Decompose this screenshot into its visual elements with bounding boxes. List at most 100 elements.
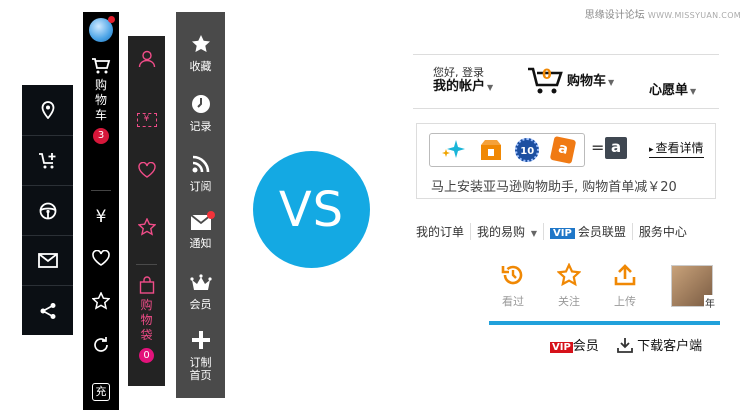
- cart-label: 购物车: [567, 74, 607, 89]
- equals-sign: =: [591, 138, 605, 157]
- upload-label: 上传: [614, 295, 636, 308]
- my-yigou-label: 我的易购: [477, 224, 526, 239]
- account-links: 我的订单 我的易购 ▼ VIP 会员联盟 服务中心: [410, 220, 718, 242]
- favorite-button[interactable]: [83, 249, 119, 270]
- watermark-text: 思缘设计论坛: [584, 10, 645, 21]
- watermark: 思缘设计论坛 WWW.MISSYUAN.COM: [585, 6, 741, 21]
- my-orders-link[interactable]: 我的订单: [410, 223, 470, 240]
- customize-label-2: 首页: [189, 369, 212, 382]
- envelope-icon: [37, 253, 58, 268]
- accent-divider: [489, 321, 720, 325]
- cart-icon: [92, 58, 111, 74]
- profile-button[interactable]: [128, 50, 165, 72]
- sidebar-dark-3: ¥ 购 物 袋 0: [128, 36, 165, 386]
- watermark-url: WWW.MISSYUAN.COM: [647, 11, 741, 20]
- sidebar-dark-2: 购 物 车 3 ¥ 充: [83, 12, 119, 410]
- notification-button[interactable]: 通知: [176, 211, 225, 250]
- viewed-button[interactable]: 看过: [489, 263, 537, 309]
- badge-10-icon: 10: [515, 138, 540, 162]
- shopping-bag-button[interactable]: 购 物 袋 0: [128, 276, 165, 363]
- history-label: 记录: [189, 120, 212, 133]
- user-avatar[interactable]: 年: [671, 265, 716, 310]
- assistant-promo-banner[interactable]: 10 a = a 查看详情 马上安装亚马逊购物助手, 购物首单减￥20: [416, 123, 716, 199]
- promo-message: 马上安装亚马逊购物助手, 购物首单减￥20: [431, 180, 677, 195]
- download-client-link[interactable]: 下载客户端: [617, 338, 702, 354]
- caret-down-icon: ▼: [487, 83, 494, 92]
- subscribe-button[interactable]: 订阅: [176, 154, 225, 193]
- divider: [136, 264, 157, 265]
- share-button[interactable]: [22, 285, 73, 335]
- favorites-label: 收藏: [189, 60, 212, 73]
- avatar-tag: 年: [704, 295, 716, 310]
- member-alliance-label: 会员联盟: [577, 224, 626, 239]
- recharge-button[interactable]: 充: [83, 380, 119, 401]
- cart-button[interactable]: 购 物 车 3: [83, 58, 119, 144]
- coupon-button[interactable]: ¥: [128, 106, 165, 127]
- add-to-cart-button[interactable]: [22, 135, 73, 185]
- star-button[interactable]: [128, 217, 165, 240]
- location-pin-icon: [41, 101, 54, 119]
- caret-down-icon: ▼: [530, 228, 538, 238]
- account-menu[interactable]: 您好, 登录 我的帐户 ▼: [433, 67, 493, 96]
- sidebar-gray: 收藏 记录 订阅 通知 会员 订制 首页: [176, 12, 225, 398]
- caret-down-icon: ▼: [690, 87, 697, 96]
- download-icon: [617, 338, 633, 353]
- shopping-bag-icon: [139, 276, 154, 294]
- amazon-cart-button[interactable]: 0 购物车 ▼: [527, 63, 614, 95]
- cart-label-2: 物: [94, 93, 107, 107]
- recharge-icon: 充: [92, 383, 110, 401]
- heart-icon: [137, 161, 156, 178]
- history-icon: [501, 265, 523, 285]
- follow-label: 关注: [558, 295, 580, 308]
- crown-icon: [189, 274, 212, 290]
- currency-button[interactable]: ¥: [83, 207, 119, 227]
- member-alliance-link[interactable]: VIP 会员联盟: [543, 222, 632, 240]
- vip-member-label: 会员: [572, 339, 599, 354]
- cart-label-1: 购: [94, 78, 107, 92]
- notification-dot: [108, 16, 115, 23]
- follow-button[interactable]: 关注: [545, 262, 593, 309]
- avatar[interactable]: [89, 16, 115, 42]
- vip-member-link[interactable]: VIP 会员: [550, 339, 599, 354]
- cart-plus-icon: [38, 152, 55, 168]
- upload-button[interactable]: 上传: [601, 263, 649, 309]
- location-button[interactable]: [22, 85, 73, 135]
- history-button[interactable]: [83, 336, 119, 358]
- membership-button[interactable]: 会员: [176, 274, 225, 311]
- vs-badge: VS: [253, 151, 370, 268]
- vip-badge: VIP: [550, 227, 575, 239]
- my-yigou-link[interactable]: 我的易购 ▼: [470, 222, 543, 240]
- star-icon: [191, 35, 210, 52]
- plus-icon: [191, 331, 210, 349]
- favorites-button[interactable]: 收藏: [176, 34, 225, 73]
- favorite-button[interactable]: [128, 161, 165, 182]
- subscribe-label: 订阅: [189, 180, 212, 193]
- orange-tag-icon: a: [549, 135, 577, 165]
- customize-homepage-button[interactable]: 订制 首页: [176, 330, 225, 382]
- steering-button[interactable]: [22, 185, 73, 235]
- amazon-logo-icon: a: [605, 137, 627, 159]
- viewed-label: 看过: [502, 295, 524, 308]
- history-button[interactable]: 记录: [176, 94, 225, 133]
- partner-icons: 10 a: [429, 133, 585, 167]
- divider: [91, 190, 111, 191]
- view-details-link[interactable]: 查看详情: [649, 142, 704, 158]
- bag-label-1: 购: [140, 298, 153, 312]
- cart-count-badge: 3: [93, 128, 109, 144]
- service-center-link[interactable]: 服务中心: [631, 222, 693, 240]
- yen-icon: ¥: [95, 207, 107, 227]
- star-button[interactable]: [83, 291, 119, 314]
- customize-label-1: 订制: [189, 356, 212, 369]
- quick-tools: 看过 关注 上传 年: [489, 262, 719, 323]
- mail-button[interactable]: [22, 235, 73, 285]
- rss-icon: [192, 155, 209, 173]
- greeting-text: 您好, 登录: [433, 66, 484, 79]
- cart-label-3: 车: [94, 108, 107, 122]
- notification-label: 通知: [189, 237, 212, 250]
- wishlist-menu[interactable]: 心愿单 ▼: [649, 79, 696, 98]
- bottom-links: VIP 会员 下载客户端: [550, 335, 720, 355]
- bag-count-badge: 0: [139, 348, 154, 363]
- share-icon: [40, 302, 55, 319]
- bag-label-3: 袋: [140, 328, 153, 342]
- caret-down-icon: ▼: [608, 78, 615, 87]
